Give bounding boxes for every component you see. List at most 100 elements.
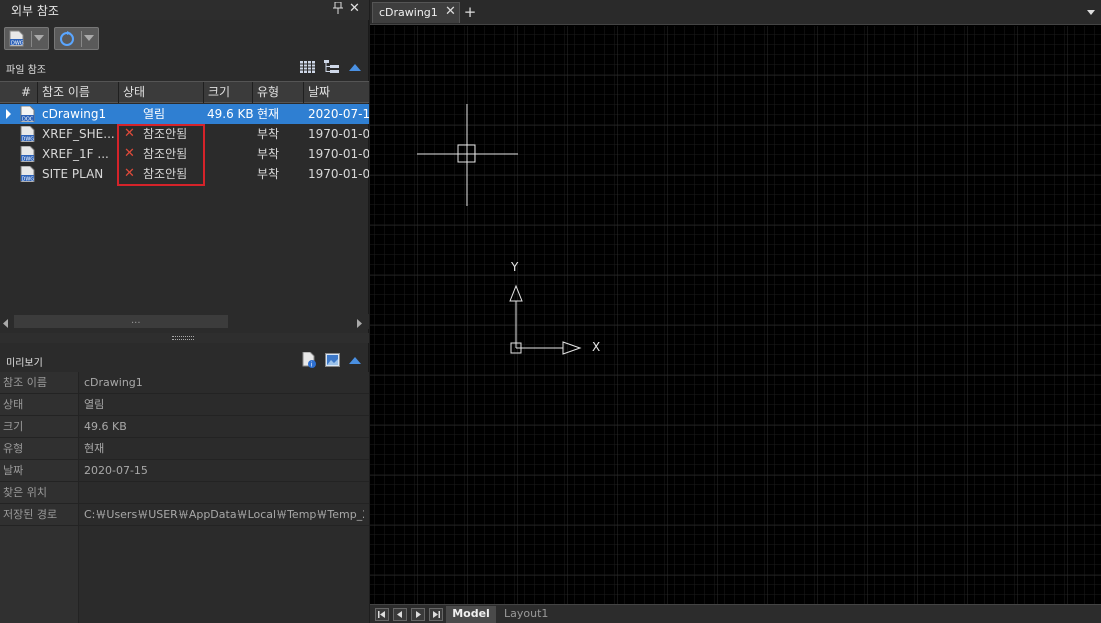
- prop-key: 유형: [0, 438, 79, 459]
- prop-row: 크기 49.6 KB: [0, 416, 369, 438]
- row-date: 1970-01-01: [308, 167, 369, 181]
- col-header-date[interactable]: 날짜: [304, 82, 369, 103]
- dwg-attach-icon: DWG: [8, 30, 26, 47]
- tab-label: cDrawing1: [379, 6, 438, 19]
- prop-value: 열림: [84, 398, 105, 411]
- dwg-icon: DWG: [20, 125, 36, 143]
- row-date: 1970-01-01: [308, 127, 369, 141]
- refresh-button[interactable]: [54, 27, 99, 50]
- row-size: 49.6 KB: [207, 107, 253, 121]
- col-header-size[interactable]: 크기: [204, 82, 253, 103]
- row-date: 2020-07-15: [308, 107, 369, 121]
- prop-row: 유형 현재: [0, 438, 369, 460]
- prop-key: 상태: [0, 394, 79, 415]
- prop-row: 저장된 경로 C:￦Users￦USER￦AppData￦Local￦Temp￦T…: [0, 504, 369, 526]
- file-refs-label: 파일 참조: [6, 65, 46, 76]
- prop-key: 날짜: [0, 460, 79, 481]
- row-type: 부착: [257, 127, 280, 141]
- list-view-icon[interactable]: [300, 60, 316, 74]
- row-type: 부착: [257, 147, 280, 161]
- prop-key: 찾은 위치: [0, 482, 79, 503]
- tab-model[interactable]: Model: [446, 606, 496, 623]
- table-row[interactable]: DOC cDrawing1 열림 49.6 KB 현재 2020-07-15: [0, 104, 369, 124]
- chevron-down-icon[interactable]: [84, 35, 94, 41]
- dwg-icon: DWG: [20, 145, 36, 163]
- col-header-type[interactable]: 유형: [253, 82, 304, 103]
- axis-x-label: X: [592, 340, 601, 354]
- prop-key: 참조 이름: [0, 372, 79, 393]
- scrollbar-thumb[interactable]: ...: [14, 315, 228, 328]
- prop-value: C:￦Users￦USER￦AppData￦Local￦Temp￦Temp_20…: [84, 508, 364, 521]
- prop-key-column-fill: [0, 526, 79, 623]
- col-header-index[interactable]: #: [0, 82, 38, 103]
- scroll-right-icon[interactable]: [357, 317, 363, 331]
- document-tab-bar: cDrawing1 ✕ +: [370, 0, 1101, 25]
- collapse-icon[interactable]: [348, 61, 364, 75]
- close-icon[interactable]: ✕: [445, 4, 456, 19]
- prop-key: 저장된 경로: [0, 504, 79, 525]
- drawing-grid: [370, 26, 1101, 604]
- prop-value: 49.6 KB: [84, 420, 127, 433]
- first-layout-icon[interactable]: [375, 608, 389, 621]
- prop-value: 현재: [84, 442, 105, 455]
- row-date: 1970-01-01: [308, 147, 369, 161]
- dwg-icon: DWG: [20, 165, 36, 183]
- prop-row: 참조 이름 cDrawing1: [0, 372, 369, 394]
- axis-y-label: Y: [511, 260, 519, 274]
- row-name: SITE PLAN: [42, 167, 104, 181]
- xref-panel: 외부 참조 ✕ DWG 파일 참조 # 참조 이름 상태 크기 유형 날짜 DO…: [0, 0, 369, 623]
- next-layout-icon[interactable]: [411, 608, 425, 621]
- panel-splitter[interactable]: [0, 333, 369, 343]
- preview-properties: 참조 이름 cDrawing1 상태 열림 크기 49.6 KB 유형 현재 날짜 202…: [0, 372, 369, 623]
- svg-text:DWG: DWG: [22, 177, 35, 183]
- row-type: 부착: [257, 167, 280, 181]
- chevron-down-icon[interactable]: [34, 35, 44, 41]
- svg-text:DWG: DWG: [22, 137, 35, 143]
- prop-row: 찾은 위치: [0, 482, 369, 504]
- panel-title-bar: 외부 참조 ✕: [0, 0, 369, 20]
- layout-tab-bar: Model Layout1: [370, 604, 1101, 623]
- details-icon[interactable]: i: [301, 351, 317, 369]
- col-header-name[interactable]: 참조 이름: [38, 82, 119, 103]
- prop-value: cDrawing1: [84, 376, 143, 389]
- separator: [31, 31, 32, 47]
- row-name: cDrawing1: [42, 107, 107, 121]
- preview-image-icon[interactable]: [325, 353, 341, 367]
- scroll-left-icon[interactable]: [3, 317, 9, 331]
- prop-row: 상태 열림: [0, 394, 369, 416]
- prev-layout-icon[interactable]: [393, 608, 407, 621]
- add-tab-button[interactable]: +: [461, 2, 479, 23]
- prop-value: 2020-07-15: [84, 464, 148, 477]
- panel-title: 외부 참조: [11, 4, 59, 18]
- drawing-area: cDrawing1 ✕ + Y X Model Layout1: [370, 0, 1101, 623]
- close-icon[interactable]: ✕: [349, 1, 360, 16]
- row-status: 열림: [143, 107, 166, 121]
- tree-view-icon[interactable]: [324, 60, 340, 74]
- prop-key: 크기: [0, 416, 79, 437]
- prop-row: 날짜 2020-07-15: [0, 460, 369, 482]
- svg-text:DWG: DWG: [22, 157, 35, 163]
- doc-icon: DOC: [20, 105, 36, 123]
- tab-layout1[interactable]: Layout1: [504, 606, 564, 623]
- svg-text:DWG: DWG: [11, 41, 24, 47]
- horizontal-scrollbar[interactable]: ...: [0, 314, 369, 329]
- tab-cdrawing1[interactable]: cDrawing1 ✕: [372, 2, 460, 23]
- refresh-icon: [58, 30, 76, 47]
- preview-label: 미리보기: [6, 358, 43, 369]
- row-name: XREF_1F ...: [42, 147, 109, 161]
- error-highlight-box: [117, 124, 205, 186]
- row-name: XREF_SHE...: [42, 127, 115, 141]
- svg-text:DOC: DOC: [22, 117, 34, 123]
- separator: [81, 31, 82, 47]
- model-space-canvas[interactable]: Y X: [370, 26, 1101, 604]
- file-refs-table-header: # 참조 이름 상태 크기 유형 날짜: [0, 81, 369, 103]
- splitter-grip[interactable]: [172, 336, 194, 340]
- chevron-down-icon[interactable]: [1087, 10, 1095, 15]
- col-header-status[interactable]: 상태: [119, 82, 204, 103]
- row-type: 현재: [257, 107, 280, 121]
- collapse-icon[interactable]: [348, 354, 364, 368]
- attach-dwg-button[interactable]: DWG: [4, 27, 49, 50]
- last-layout-icon[interactable]: [429, 608, 443, 621]
- scroll-grip: ...: [131, 315, 141, 326]
- pin-icon[interactable]: [333, 1, 343, 17]
